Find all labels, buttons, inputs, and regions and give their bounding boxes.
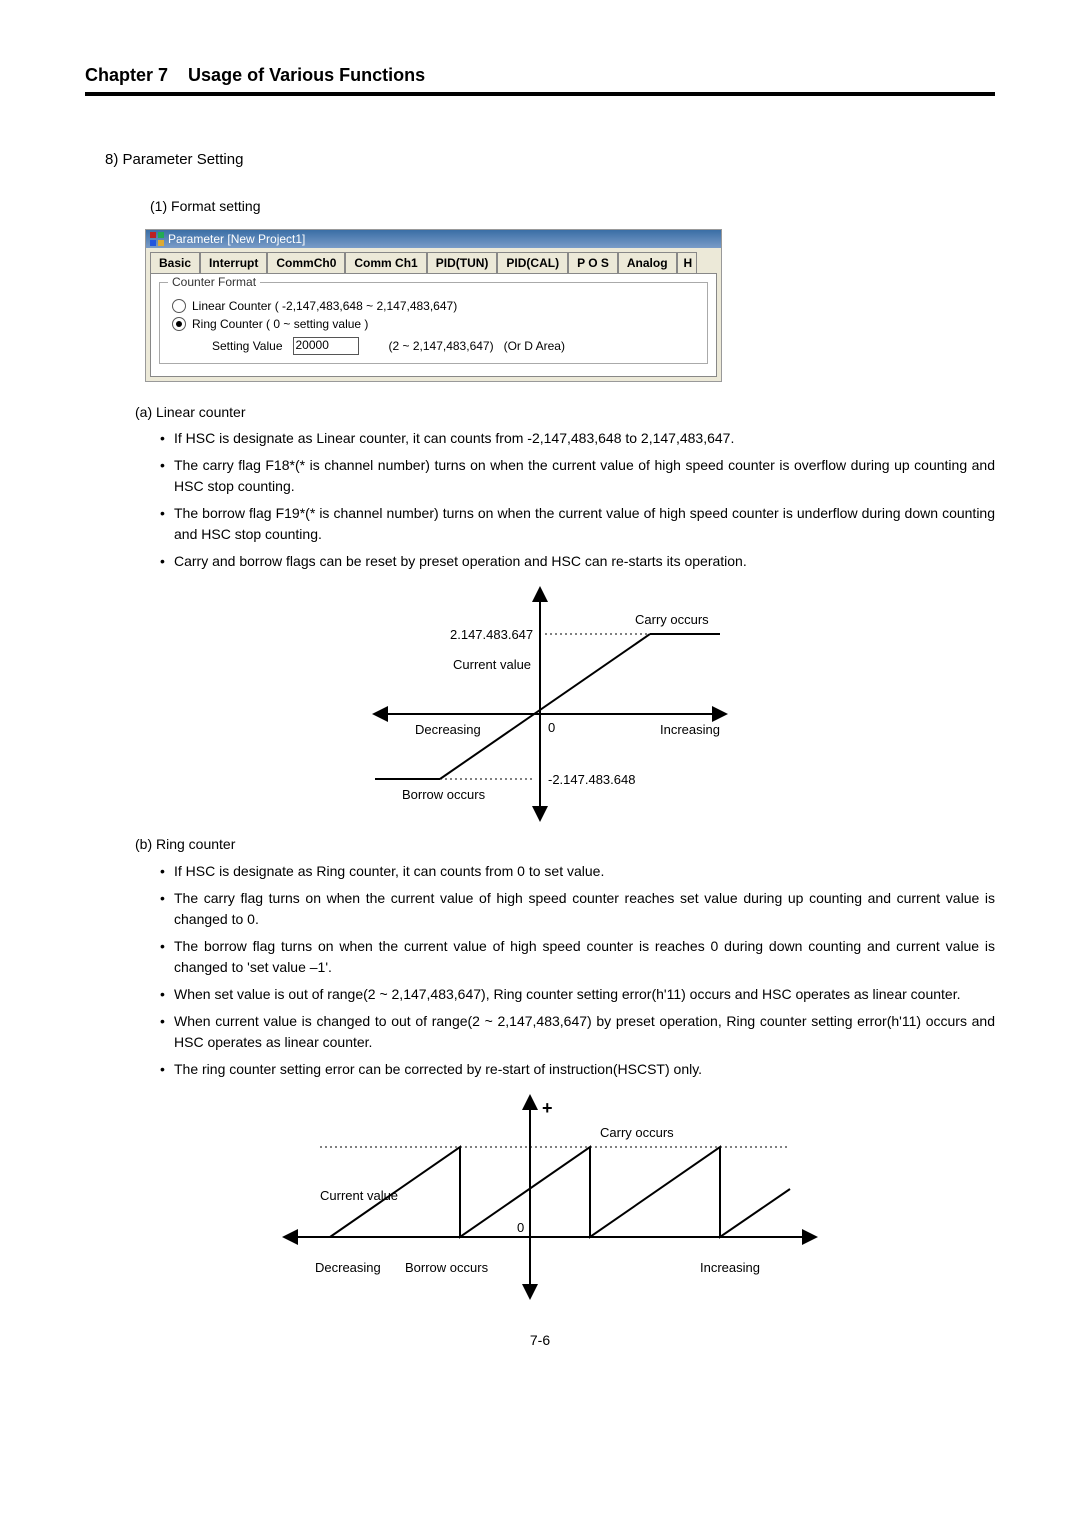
tab-basic[interactable]: Basic bbox=[150, 252, 200, 273]
list-item: The ring counter setting error can be co… bbox=[160, 1059, 995, 1080]
list-item: If HSC is designate as Ring counter, it … bbox=[160, 861, 995, 882]
section-8-number: 8) bbox=[105, 151, 118, 168]
setting-range-text: (2 ~ 2,147,483,647) bbox=[389, 339, 494, 353]
radio-ring-row[interactable]: Ring Counter ( 0 ~ setting value ) bbox=[172, 317, 695, 331]
list-item: Carry and borrow flags can be reset by p… bbox=[160, 551, 995, 572]
d1-increasing: Increasing bbox=[660, 722, 720, 737]
subsection-1-heading: (1) Format setting bbox=[150, 198, 995, 214]
linear-bullets: If HSC is designate as Linear counter, i… bbox=[160, 428, 995, 572]
chapter-title: Usage of Various Functions bbox=[188, 65, 425, 85]
list-item: The borrow flag turns on when the curren… bbox=[160, 936, 995, 978]
ring-counter-diagram: + Carry occurs Current value 0 Decreasin… bbox=[230, 1092, 850, 1302]
tab-commch1[interactable]: Comm Ch1 bbox=[345, 252, 426, 273]
window-body: Counter Format Linear Counter ( -2,147,4… bbox=[150, 273, 717, 377]
linear-heading: (a) Linear counter bbox=[135, 402, 995, 422]
group-title: Counter Format bbox=[168, 275, 260, 289]
setting-value-row: Setting Value 20000 (2 ~ 2,147,483,647) … bbox=[212, 337, 695, 355]
list-item: If HSC is designate as Linear counter, i… bbox=[160, 428, 995, 449]
radio-ring[interactable] bbox=[172, 317, 186, 331]
section-8-heading: 8) Parameter Setting bbox=[105, 151, 995, 168]
d2-decreasing: Decreasing bbox=[315, 1260, 381, 1275]
list-item: When current value is changed to out of … bbox=[160, 1011, 995, 1053]
chapter-number: Chapter 7 bbox=[85, 65, 168, 85]
d1-top-value: 2.147.483.647 bbox=[450, 627, 533, 642]
window-titlebar: Parameter [New Project1] bbox=[146, 230, 721, 248]
d2-increasing: Increasing bbox=[700, 1260, 760, 1275]
tab-analog[interactable]: Analog bbox=[618, 252, 677, 273]
d1-carry: Carry occurs bbox=[635, 612, 709, 627]
d2-plus: + bbox=[542, 1098, 553, 1118]
ring-bullets: If HSC is designate as Ring counter, it … bbox=[160, 861, 995, 1080]
d1-bottom-value: -2.147.483.648 bbox=[548, 772, 635, 787]
subsection-1-number: (1) bbox=[150, 198, 167, 214]
parameter-window: Parameter [New Project1] Basic Interrupt… bbox=[145, 229, 722, 382]
chapter-header: Chapter 7 Usage of Various Functions bbox=[85, 65, 995, 96]
setting-value-input[interactable]: 20000 bbox=[293, 337, 359, 355]
d2-current-value: Current value bbox=[320, 1188, 398, 1203]
d2-borrow: Borrow occurs bbox=[405, 1260, 489, 1275]
setting-area-text: (Or D Area) bbox=[504, 339, 565, 353]
page-footer: 7-6 bbox=[85, 1332, 995, 1348]
radio-linear[interactable] bbox=[172, 299, 186, 313]
window-title-icon bbox=[150, 232, 164, 246]
tab-interrupt[interactable]: Interrupt bbox=[200, 252, 267, 273]
d1-current-value: Current value bbox=[453, 657, 531, 672]
section-8-title: Parameter Setting bbox=[123, 151, 244, 168]
radio-linear-label: Linear Counter ( -2,147,483,648 ~ 2,147,… bbox=[192, 299, 457, 313]
list-item: The borrow flag F19*(* is channel number… bbox=[160, 503, 995, 545]
list-item: The carry flag F18*(* is channel number)… bbox=[160, 455, 995, 497]
d1-decreasing: Decreasing bbox=[415, 722, 481, 737]
setting-value-label: Setting Value bbox=[212, 339, 283, 353]
counter-format-group: Counter Format Linear Counter ( -2,147,4… bbox=[159, 282, 708, 364]
tab-row: Basic Interrupt CommCh0 Comm Ch1 PID(TUN… bbox=[146, 248, 721, 273]
linear-counter-diagram: 2.147.483.647 Carry occurs Current value… bbox=[320, 584, 760, 824]
ring-heading: (b) Ring counter bbox=[135, 834, 995, 854]
tab-commch0[interactable]: CommCh0 bbox=[267, 252, 345, 273]
window-title: Parameter [New Project1] bbox=[168, 232, 305, 246]
list-item: When set value is out of range(2 ~ 2,147… bbox=[160, 984, 995, 1005]
d2-zero: 0 bbox=[517, 1220, 524, 1235]
tab-pid-cal[interactable]: PID(CAL) bbox=[497, 252, 568, 273]
subsection-1-title: Format setting bbox=[171, 198, 260, 214]
tab-extra-h[interactable]: H bbox=[677, 252, 698, 273]
radio-linear-row[interactable]: Linear Counter ( -2,147,483,648 ~ 2,147,… bbox=[172, 299, 695, 313]
tab-pid-tun[interactable]: PID(TUN) bbox=[427, 252, 498, 273]
d2-carry: Carry occurs bbox=[600, 1125, 674, 1140]
list-item: The carry flag turns on when the current… bbox=[160, 888, 995, 930]
radio-ring-label: Ring Counter ( 0 ~ setting value ) bbox=[192, 317, 368, 331]
d1-borrow: Borrow occurs bbox=[402, 787, 486, 802]
tab-pos[interactable]: P O S bbox=[568, 252, 618, 273]
d1-zero: 0 bbox=[548, 720, 555, 735]
